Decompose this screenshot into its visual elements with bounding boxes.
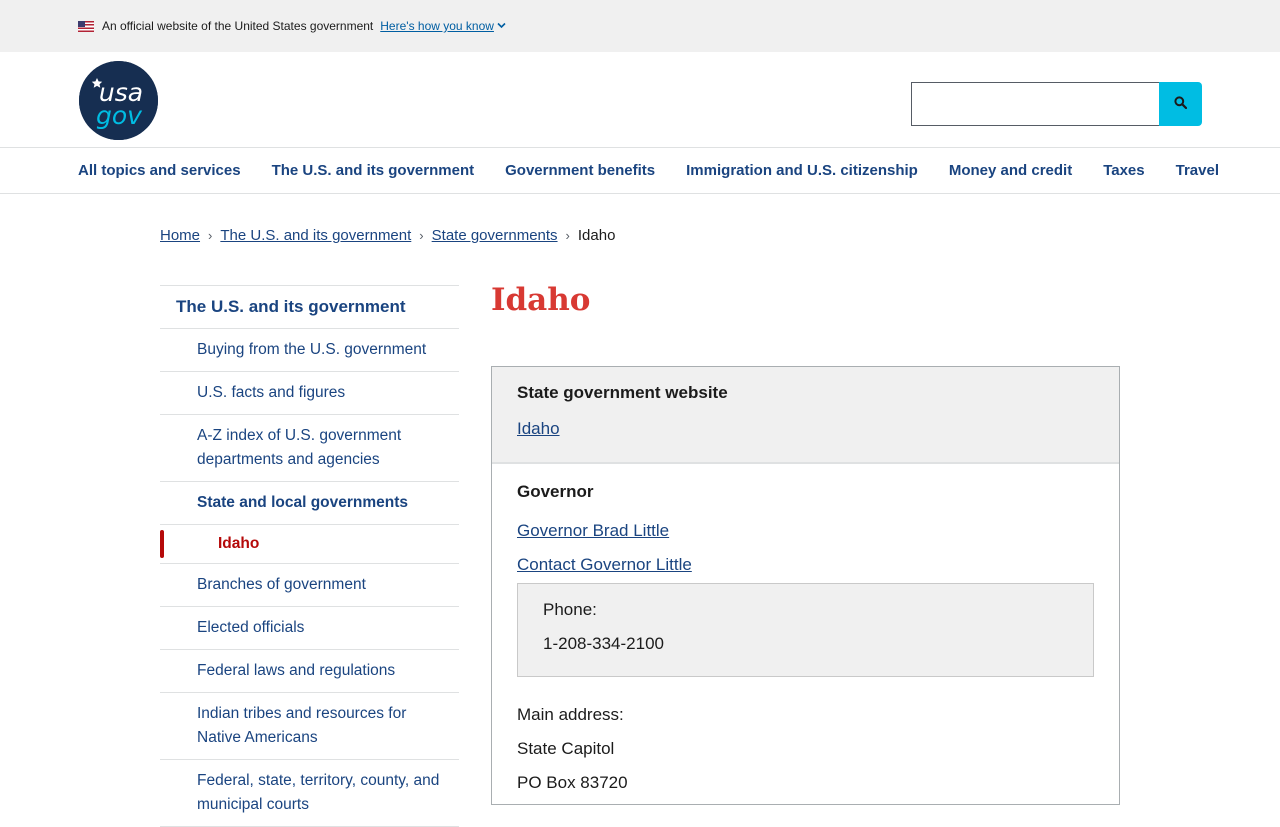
governor-label: Governor xyxy=(517,482,594,501)
phone-number: 1-208-334-2100 xyxy=(543,634,664,653)
chevron-down-icon[interactable] xyxy=(497,21,506,31)
phone-label: Phone: xyxy=(543,600,597,619)
nav-money-credit[interactable]: Money and credit xyxy=(949,162,1072,179)
sidebar-item-indian-tribes[interactable]: Indian tribes and resources for Native A… xyxy=(160,693,459,760)
sidebar-item-idaho-active[interactable]: Idaho xyxy=(160,525,459,564)
nav-all-topics[interactable]: All topics and services xyxy=(78,162,241,179)
nav-government-benefits[interactable]: Government benefits xyxy=(505,162,655,179)
gov-banner: An official website of the United States… xyxy=(0,0,1280,52)
breadcrumb: Home › The U.S. and its government › Sta… xyxy=(160,227,615,244)
gov-banner-text: An official website of the United States… xyxy=(102,19,374,33)
search-button[interactable] xyxy=(1159,82,1202,126)
address-label: Main address: xyxy=(517,705,624,724)
address-line-1: State Capitol xyxy=(517,739,615,758)
nav-taxes[interactable]: Taxes xyxy=(1103,162,1144,179)
sidebar-item-buying[interactable]: Buying from the U.S. government xyxy=(160,329,459,372)
us-flag-icon xyxy=(78,20,94,32)
nav-travel[interactable]: Travel xyxy=(1176,162,1219,179)
governor-section: Governor Governor Brad Little Contact Go… xyxy=(492,464,1119,804)
chevron-right-icon: › xyxy=(565,228,570,243)
website-section: State government website Idaho xyxy=(492,367,1119,464)
state-website-link[interactable]: Idaho xyxy=(517,419,560,439)
sidebar-item-federal-laws[interactable]: Federal laws and regulations xyxy=(160,650,459,693)
phone-box: Phone: 1-208-334-2100 xyxy=(517,583,1094,677)
site-header: usa gov xyxy=(0,52,1280,148)
sidebar-item-elected-officials[interactable]: Elected officials xyxy=(160,607,459,650)
sidebar-nav: The U.S. and its government Buying from … xyxy=(160,285,459,827)
chevron-right-icon: › xyxy=(208,228,213,243)
search-icon xyxy=(1174,96,1188,112)
page-title: Idaho xyxy=(491,282,591,318)
sidebar-item-az-index[interactable]: A-Z index of U.S. government departments… xyxy=(160,415,459,482)
sidebar-item-courts[interactable]: Federal, state, territory, county, and m… xyxy=(160,760,459,827)
address-line-2: PO Box 83720 xyxy=(517,773,628,792)
sidebar-item-state-local[interactable]: State and local governments xyxy=(160,482,459,525)
state-info-card: State government website Idaho Governor … xyxy=(491,366,1120,805)
main-nav: All topics and services The U.S. and its… xyxy=(0,148,1280,194)
contact-governor-link[interactable]: Contact Governor Little xyxy=(517,555,1094,575)
breadcrumb-state-governments[interactable]: State governments xyxy=(432,227,558,244)
nav-us-government[interactable]: The U.S. and its government xyxy=(272,162,475,179)
breadcrumb-current: Idaho xyxy=(577,227,616,244)
sidebar-heading[interactable]: The U.S. and its government xyxy=(160,285,459,329)
sidebar-item-facts[interactable]: U.S. facts and figures xyxy=(160,372,459,415)
search-input[interactable] xyxy=(911,82,1159,126)
usagov-logo[interactable]: usa gov xyxy=(79,61,158,140)
chevron-right-icon: › xyxy=(419,228,424,243)
website-label: State government website xyxy=(517,383,728,402)
sidebar-item-branches[interactable]: Branches of government xyxy=(160,564,459,607)
logo-text-gov: gov xyxy=(96,101,143,130)
search-form xyxy=(911,82,1202,126)
breadcrumb-us-government[interactable]: The U.S. and its government xyxy=(220,227,411,244)
heres-how-you-know-link[interactable]: Here's how you know xyxy=(380,19,494,33)
breadcrumb-home[interactable]: Home xyxy=(160,227,200,244)
nav-immigration[interactable]: Immigration and U.S. citizenship xyxy=(686,162,918,179)
governor-link[interactable]: Governor Brad Little xyxy=(517,521,1094,541)
